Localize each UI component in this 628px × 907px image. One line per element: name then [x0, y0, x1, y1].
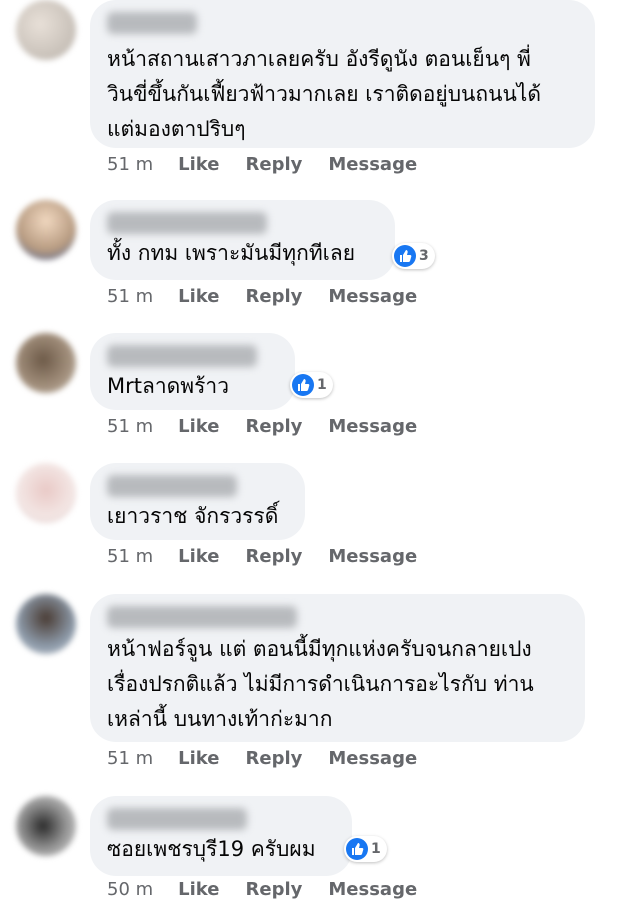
reply-button[interactable]: Reply — [246, 286, 303, 307]
avatar[interactable] — [16, 463, 76, 523]
like-button[interactable]: Like — [178, 546, 219, 567]
like-reaction-icon — [292, 374, 314, 396]
comment-bubble: หน้าฟอร์จูน แต่ ตอนนี้มีทุกแห่งครับจนกลา… — [90, 594, 585, 742]
comment-text: ทั้ง กทม เพราะมันมีทุกทีเลย — [107, 241, 356, 265]
like-button[interactable]: Like — [178, 286, 219, 307]
comment-bubble: หน้าสถานเสาวภาเลยครับ อังรีดูนัง ตอนเย็น… — [90, 0, 595, 148]
like-reaction-icon — [394, 245, 416, 267]
comment-text: เยาวราช จักรวรรดิ์ — [107, 504, 279, 528]
message-button[interactable]: Message — [328, 416, 417, 437]
author-name-blurred[interactable] — [107, 606, 297, 628]
reply-button[interactable]: Reply — [246, 416, 303, 437]
reaction-count-badge[interactable]: 1 — [344, 836, 387, 862]
comment-text: Mrtลาดพร้าว — [107, 374, 229, 398]
message-button[interactable]: Message — [328, 748, 417, 769]
reaction-count-badge[interactable]: 3 — [392, 243, 435, 269]
reaction-count: 1 — [317, 377, 327, 393]
comment-text: ซอยเพชรบุรี19 ครับผม — [107, 837, 316, 861]
reply-button[interactable]: Reply — [246, 879, 303, 900]
timestamp[interactable]: 50 m — [107, 879, 153, 900]
comment-actions: 51 m Like Reply Message — [107, 416, 443, 437]
comment-bubble: ซอยเพชรบุรี19 ครับผม — [90, 796, 352, 876]
comment-bubble: เยาวราช จักรวรรดิ์ — [90, 463, 305, 540]
comment-bubble: Mrtลาดพร้าว — [90, 333, 295, 410]
message-button[interactable]: Message — [328, 154, 417, 175]
reaction-count-badge[interactable]: 1 — [290, 372, 333, 398]
comment-text: หน้าสถานเสาวภาเลยครับ อังรีดูนัง ตอนเย็น… — [107, 47, 542, 141]
avatar[interactable] — [16, 594, 76, 654]
comment-bubble: ทั้ง กทม เพราะมันมีทุกทีเลย — [90, 200, 395, 280]
avatar[interactable] — [16, 796, 76, 856]
like-button[interactable]: Like — [178, 416, 219, 437]
message-button[interactable]: Message — [328, 546, 417, 567]
reply-button[interactable]: Reply — [246, 546, 303, 567]
message-button[interactable]: Message — [328, 879, 417, 900]
avatar[interactable] — [16, 333, 76, 393]
reply-button[interactable]: Reply — [246, 154, 303, 175]
reaction-count: 3 — [419, 248, 429, 264]
comment-actions: 51 m Like Reply Message — [107, 286, 443, 307]
author-name-blurred[interactable] — [107, 12, 197, 34]
author-name-blurred[interactable] — [107, 808, 247, 830]
comment-actions: 50 m Like Reply Message — [107, 879, 443, 900]
timestamp[interactable]: 51 m — [107, 748, 153, 769]
comment-actions: 51 m Like Reply Message — [107, 154, 443, 175]
author-name-blurred[interactable] — [107, 345, 257, 367]
reply-button[interactable]: Reply — [246, 748, 303, 769]
author-name-blurred[interactable] — [107, 475, 237, 497]
timestamp[interactable]: 51 m — [107, 416, 153, 437]
like-button[interactable]: Like — [178, 748, 219, 769]
like-button[interactable]: Like — [178, 879, 219, 900]
comment-actions: 51 m Like Reply Message — [107, 546, 443, 567]
timestamp[interactable]: 51 m — [107, 154, 153, 175]
timestamp[interactable]: 51 m — [107, 546, 153, 567]
avatar[interactable] — [16, 0, 76, 60]
author-name-blurred[interactable] — [107, 212, 267, 234]
comment-actions: 51 m Like Reply Message — [107, 748, 443, 769]
like-button[interactable]: Like — [178, 154, 219, 175]
message-button[interactable]: Message — [328, 286, 417, 307]
reaction-count: 1 — [371, 841, 381, 857]
timestamp[interactable]: 51 m — [107, 286, 153, 307]
comment-text: หน้าฟอร์จูน แต่ ตอนนี้มีทุกแห่งครับจนกลา… — [107, 637, 534, 731]
like-reaction-icon — [346, 838, 368, 860]
avatar[interactable] — [16, 200, 76, 260]
